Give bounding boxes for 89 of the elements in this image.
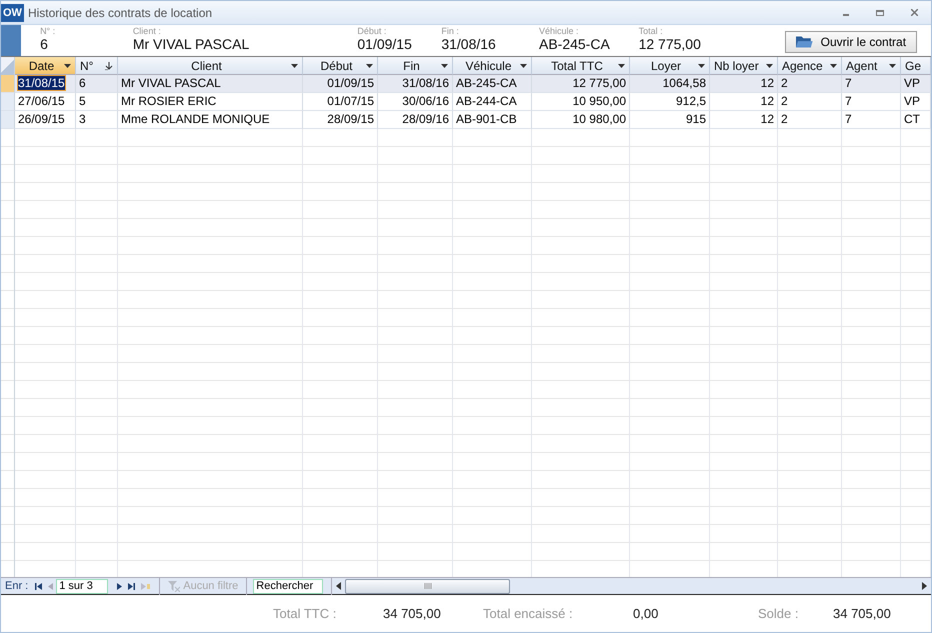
column-header[interactable]: Véhicule bbox=[453, 57, 532, 75]
column-header[interactable]: Agent bbox=[842, 57, 901, 75]
table-cell: 12 bbox=[760, 94, 774, 108]
table-cell: 3 bbox=[79, 112, 86, 126]
dropdown-arrow-icon[interactable] bbox=[766, 64, 773, 68]
app-icon: OW bbox=[1, 4, 24, 22]
scrollbar-thumb[interactable] bbox=[345, 578, 510, 594]
column-header[interactable]: Ge bbox=[901, 57, 931, 75]
table-cell: 26/09/15 bbox=[18, 112, 65, 126]
table-cell: AB-901-CB bbox=[456, 112, 517, 126]
folder-icon bbox=[796, 35, 813, 49]
table-cell: Mr VIVAL PASCAL bbox=[121, 76, 221, 90]
total-value: 34 705,00 bbox=[833, 606, 892, 621]
filter-icon bbox=[168, 580, 180, 592]
table-cell: 12 bbox=[760, 76, 774, 90]
total-label: Solde : bbox=[758, 606, 800, 621]
table-cell: VP bbox=[904, 76, 920, 90]
dropdown-arrow-icon[interactable] bbox=[366, 64, 373, 68]
table-cell: 6 bbox=[79, 76, 86, 90]
dropdown-arrow-icon[interactable] bbox=[520, 64, 527, 68]
table-cell: 01/07/15 bbox=[327, 94, 374, 108]
table-cell: 7 bbox=[845, 112, 852, 126]
sort-arrow-icon[interactable] bbox=[105, 62, 113, 70]
record-selector-strip bbox=[1, 25, 21, 56]
field-label: Client : bbox=[132, 26, 162, 36]
column-header[interactable]: N° bbox=[76, 57, 118, 75]
table-cell[interactable]: 31/08/15 bbox=[18, 76, 65, 90]
dropdown-arrow-icon[interactable] bbox=[889, 64, 896, 68]
total-label: Total encaissé : bbox=[483, 606, 574, 621]
dropdown-arrow-icon[interactable] bbox=[830, 64, 837, 68]
table-cell: 2 bbox=[781, 76, 788, 90]
table-cell: 10 950,00 bbox=[572, 94, 626, 108]
table-cell: 1064,58 bbox=[662, 76, 706, 90]
window-title: Historique des contrats de location bbox=[28, 6, 214, 20]
table-cell: 01/09/15 bbox=[327, 76, 374, 90]
table-cell: 12 bbox=[760, 112, 774, 126]
total-value: 0,00 bbox=[633, 606, 660, 621]
field-label: N° : bbox=[40, 26, 56, 36]
dropdown-arrow-icon[interactable] bbox=[441, 64, 448, 68]
field-label: Véhicule : bbox=[538, 26, 580, 36]
table-cell: 7 bbox=[845, 76, 852, 90]
field-value: 01/09/15 bbox=[357, 36, 413, 52]
table-cell: Mme ROLANDE MONIQUE bbox=[121, 112, 270, 126]
column-header[interactable]: Client bbox=[118, 57, 303, 75]
field-value: AB-245-CA bbox=[538, 36, 611, 52]
scroll-left-icon[interactable] bbox=[336, 582, 342, 590]
table-cell: CT bbox=[904, 112, 920, 126]
table-cell: 5 bbox=[79, 94, 86, 108]
search-field[interactable]: Rechercher bbox=[253, 578, 324, 594]
table-cell: Mr ROSIER ERIC bbox=[121, 94, 216, 108]
table-cell: AB-245-CA bbox=[456, 76, 517, 90]
column-header[interactable]: Date bbox=[15, 57, 76, 75]
table-cell: 27/06/15 bbox=[18, 94, 65, 108]
table-cell: 2 bbox=[781, 94, 788, 108]
column-header[interactable]: Fin bbox=[378, 57, 453, 75]
table-cell: 10 980,00 bbox=[572, 112, 626, 126]
table-cell: 2 bbox=[781, 112, 788, 126]
open-contract-button[interactable]: Ouvrir le contrat bbox=[785, 31, 918, 53]
field-value: 12 775,00 bbox=[638, 36, 702, 52]
column-header[interactable]: Nb loyer bbox=[710, 57, 778, 75]
scroll-right-icon[interactable] bbox=[922, 582, 927, 590]
field-label: Total : bbox=[638, 26, 664, 36]
field-value: 31/08/16 bbox=[441, 36, 497, 52]
column-header[interactable]: Agence bbox=[778, 57, 842, 75]
table-cell: 7 bbox=[845, 94, 852, 108]
dropdown-arrow-icon[interactable] bbox=[698, 64, 705, 68]
dropdown-arrow-icon[interactable] bbox=[618, 64, 625, 68]
field-label: Fin : bbox=[441, 26, 460, 36]
column-header[interactable]: Loyer bbox=[630, 57, 710, 75]
total-label: Total TTC : bbox=[273, 606, 338, 621]
table-cell: 31/08/16 bbox=[402, 76, 449, 90]
field-value: 6 bbox=[40, 36, 49, 52]
table-cell: AB-244-CA bbox=[456, 94, 517, 108]
table-cell: 912,5 bbox=[676, 94, 706, 108]
table-cell: 28/09/15 bbox=[327, 112, 374, 126]
total-value: 34 705,00 bbox=[383, 606, 442, 621]
column-header[interactable]: Début bbox=[303, 57, 378, 75]
table-cell: 12 775,00 bbox=[572, 76, 626, 90]
table-cell: VP bbox=[904, 94, 920, 108]
field-label: Début : bbox=[357, 26, 388, 36]
column-header[interactable]: Total TTC bbox=[532, 57, 630, 75]
record-label: Enr : bbox=[4, 580, 30, 592]
dropdown-arrow-icon[interactable] bbox=[64, 64, 71, 68]
table-cell: 30/06/16 bbox=[402, 94, 449, 108]
dropdown-arrow-icon[interactable] bbox=[291, 64, 298, 68]
table-cell: 915 bbox=[686, 112, 706, 126]
table-cell: 28/09/16 bbox=[402, 112, 449, 126]
field-value: Mr VIVAL PASCAL bbox=[132, 36, 250, 52]
record-position-field[interactable]: 1 sur 3 bbox=[56, 578, 108, 594]
